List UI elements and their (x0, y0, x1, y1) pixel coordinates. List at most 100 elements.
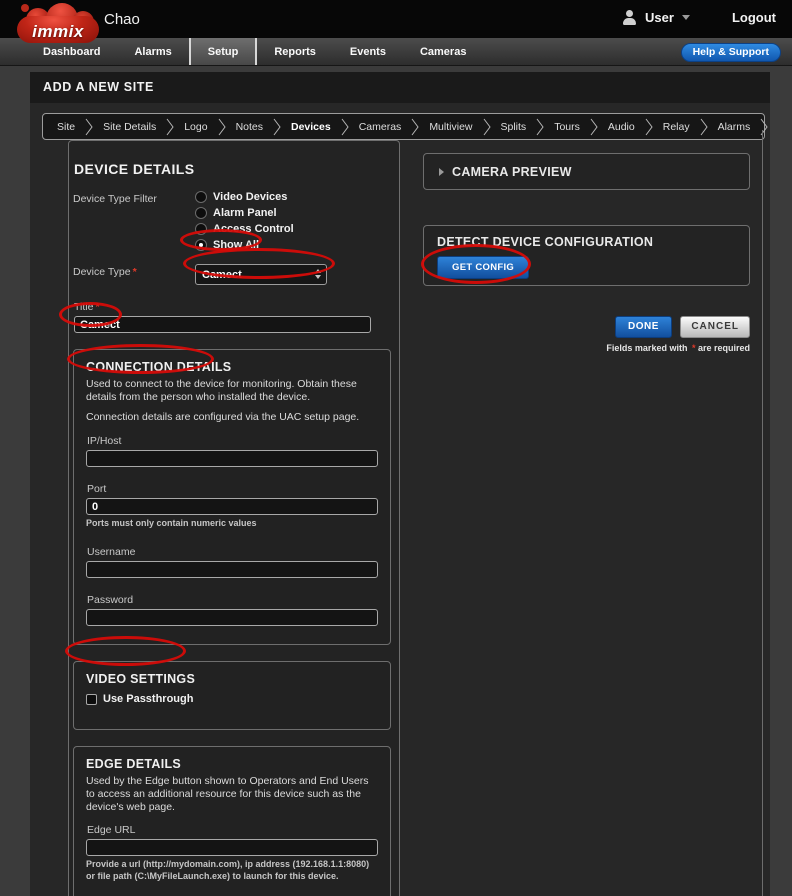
port-note: Ports must only contain numeric values (86, 518, 257, 529)
port-input[interactable] (86, 498, 378, 516)
main-nav: Dashboard Alarms Setup Reports Events Ca… (0, 38, 792, 66)
radio-button-icon[interactable] (195, 223, 207, 235)
edge-details-box: EDGE DETAILS Used by the Edge button sho… (73, 746, 391, 896)
chevron-separator-icon (700, 118, 708, 135)
connection-details-box: CONNECTION DETAILS Used to connect to th… (73, 349, 391, 646)
wizard-tab-splits[interactable]: Splits (491, 121, 537, 133)
help-support-button[interactable]: Help & Support (680, 43, 781, 62)
chevron-separator-icon (341, 118, 349, 135)
edge-url-label: Edge URL (87, 824, 136, 837)
nav-item-reports[interactable]: Reports (257, 38, 333, 65)
content-right-divider (762, 130, 763, 896)
wizard-tab-devices[interactable]: Devices (281, 121, 341, 133)
passthrough-checkbox[interactable] (86, 693, 97, 705)
radio-label: Show All (213, 239, 260, 251)
password-input[interactable] (86, 609, 378, 627)
wizard-tab-site[interactable]: Site (47, 121, 85, 133)
chevron-separator-icon (166, 118, 174, 135)
caret-down-icon[interactable] (681, 15, 690, 20)
radio-option-video-devices[interactable]: Video Devices (195, 191, 294, 203)
chevron-separator-icon (536, 118, 544, 135)
detect-device-configuration-panel: DETECT DEVICE CONFIGURATION GET CONFIG (423, 225, 750, 286)
radio-button-icon[interactable] (195, 191, 207, 203)
device-type-filter-label: Device Type Filter (73, 193, 157, 205)
form-actions: DONE CANCEL (423, 316, 750, 338)
wizard-tab-audio[interactable]: Audio (598, 121, 645, 133)
video-settings-box: VIDEO SETTINGS Use Passthrough (73, 661, 391, 731)
radio-label: Video Devices (213, 191, 288, 203)
edge-url-note: Provide a url (http://mydomain.com), ip … (86, 859, 370, 882)
connection-description-2: Connection details are configured via th… (86, 411, 360, 424)
edge-details-heading: EDGE DETAILS (86, 757, 182, 772)
username-input[interactable] (86, 561, 378, 579)
passthrough-label: Use Passthrough (103, 693, 194, 706)
radio-option-show-all[interactable]: Show All (195, 239, 294, 251)
page-title: ADD A NEW SITE (30, 72, 770, 103)
site-title: Chao (104, 11, 140, 28)
use-passthrough-option[interactable]: Use Passthrough (86, 693, 378, 705)
device-type-label: Device Type * (73, 266, 137, 278)
device-type-filter-group: Video Devices Alarm Panel Access Control… (195, 191, 294, 255)
chevron-separator-icon (273, 118, 281, 135)
nav-item-setup[interactable]: Setup (188, 38, 258, 65)
nav-item-alarms[interactable]: Alarms (117, 38, 188, 65)
chevron-right-icon[interactable] (439, 168, 444, 176)
ip-host-label: IP/Host (87, 435, 122, 448)
wizard-tab-notes[interactable]: Notes (226, 121, 273, 133)
wizard-tab-tours[interactable]: Tours (544, 121, 590, 133)
password-label: Password (87, 594, 134, 607)
title-input[interactable] (74, 316, 371, 333)
device-type-selected-value: Camect (202, 268, 242, 281)
wizard-tab-relay[interactable]: Relay (653, 121, 700, 133)
radio-button-icon[interactable] (195, 239, 207, 251)
required-fields-note: Fields marked with * are required (606, 343, 750, 353)
username-label: Username (87, 546, 136, 559)
user-icon (622, 10, 637, 25)
cancel-button[interactable]: CANCEL (680, 316, 750, 338)
main-content: ADD A NEW SITE Site Site Details Logo No… (30, 72, 770, 896)
chevron-separator-icon (85, 118, 93, 135)
required-marker: * (95, 301, 100, 313)
port-label: Port (87, 483, 107, 496)
device-details-heading: DEVICE DETAILS (74, 161, 195, 177)
chevron-separator-icon (218, 118, 226, 135)
edge-url-input[interactable] (86, 839, 378, 857)
radio-label: Alarm Panel (213, 207, 277, 219)
detect-config-heading: DETECT DEVICE CONFIGURATION (437, 235, 654, 249)
chevron-separator-icon (411, 118, 419, 135)
logout-button[interactable]: Logout (732, 10, 776, 25)
radio-option-access-control[interactable]: Access Control (195, 223, 294, 235)
edge-description: Used by the Edge button shown to Operato… (86, 775, 369, 814)
device-details-panel: DEVICE DETAILS Device Type Filter Video … (68, 140, 400, 896)
ip-host-input[interactable] (86, 450, 378, 468)
top-bar: Chao User Logout (0, 0, 792, 38)
connection-description-1: Used to connect to the device for monito… (86, 378, 357, 404)
radio-button-icon[interactable] (195, 207, 207, 219)
radio-option-alarm-panel[interactable]: Alarm Panel (195, 207, 294, 219)
title-label: Title * (74, 301, 100, 313)
wizard-tab-cameras[interactable]: Cameras (349, 121, 412, 133)
chevron-separator-icon (645, 118, 653, 135)
wizard-tab-bar: Site Site Details Logo Notes Devices Cam… (42, 113, 768, 140)
wizard-tab-logo[interactable]: Logo (174, 121, 217, 133)
radio-label: Access Control (213, 223, 294, 235)
chevron-separator-icon (590, 118, 598, 135)
immix-logo-text: immix (32, 22, 84, 41)
get-config-button[interactable]: GET CONFIG (437, 256, 530, 279)
immix-logo[interactable]: immix (16, 3, 100, 45)
wizard-tab-site-details[interactable]: Site Details (93, 121, 166, 133)
wizard-tab-alarms[interactable]: Alarms (708, 121, 761, 133)
wizard-tab-multiview[interactable]: Multiview (419, 121, 482, 133)
user-menu[interactable]: User (645, 10, 674, 25)
video-settings-heading: VIDEO SETTINGS (86, 672, 196, 687)
chevron-separator-icon (483, 118, 491, 135)
camera-preview-heading: CAMERA PREVIEW (452, 165, 572, 179)
connection-details-heading: CONNECTION DETAILS (86, 360, 232, 374)
camera-preview-panel[interactable]: CAMERA PREVIEW (423, 153, 750, 190)
device-type-select[interactable]: Camect (195, 264, 327, 285)
nav-item-events[interactable]: Events (333, 38, 403, 65)
wizard-tab-alarm-groups[interactable]: Alarm Groups (768, 121, 770, 133)
required-marker: * (132, 266, 137, 278)
nav-item-cameras[interactable]: Cameras (403, 38, 483, 65)
done-button[interactable]: DONE (614, 316, 672, 338)
